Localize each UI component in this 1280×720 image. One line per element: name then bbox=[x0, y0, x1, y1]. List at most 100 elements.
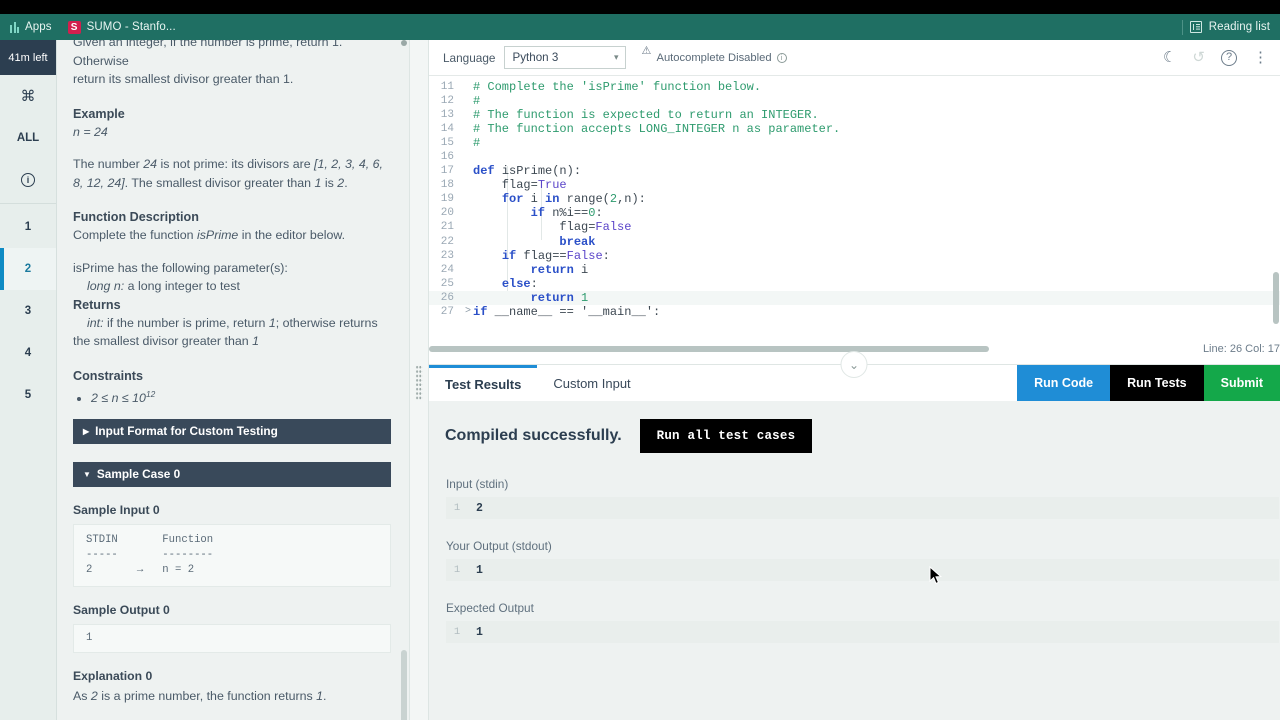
run-code-button[interactable]: Run Code bbox=[1017, 365, 1110, 401]
code-lines[interactable]: 11# Complete the 'isPrime' function belo… bbox=[429, 76, 1280, 319]
problem-scrollbar[interactable] bbox=[401, 40, 407, 720]
splitter-grip-handle[interactable] bbox=[416, 365, 423, 401]
rail-item-info[interactable]: i bbox=[0, 159, 56, 201]
code-fold-icon[interactable] bbox=[463, 206, 473, 220]
rail-item-all[interactable]: ALL bbox=[0, 117, 56, 159]
code-fold-icon[interactable] bbox=[463, 291, 473, 305]
fd-text-1: Complete the function bbox=[73, 228, 197, 242]
more-options-icon[interactable]: ⋮ bbox=[1253, 50, 1268, 65]
tab-test-results-label: Test Results bbox=[445, 377, 521, 392]
line-number: 15 bbox=[429, 136, 463, 150]
help-icon[interactable]: ? bbox=[1221, 50, 1237, 66]
problem-scroll-track-thumb[interactable] bbox=[401, 650, 407, 720]
code-fold-icon[interactable] bbox=[463, 108, 473, 122]
code-line[interactable]: 14# The function accepts LONG_INTEGER n … bbox=[429, 122, 1280, 136]
rail-item-question-5[interactable]: 5 bbox=[0, 374, 56, 416]
code-fold-icon[interactable] bbox=[463, 249, 473, 263]
run-code-label: Run Code bbox=[1034, 376, 1093, 390]
reading-list-icon bbox=[1190, 21, 1202, 33]
code-fold-icon[interactable] bbox=[463, 178, 473, 192]
panel-splitter[interactable] bbox=[409, 40, 429, 720]
code-line[interactable]: 21 flag=False bbox=[429, 220, 1280, 234]
code-text: if flag==False: bbox=[473, 249, 610, 263]
example-text-5: . bbox=[344, 176, 347, 190]
code-fold-icon[interactable] bbox=[463, 235, 473, 249]
line-number: 1 bbox=[446, 564, 468, 576]
code-vertical-scroll-thumb[interactable] bbox=[1273, 272, 1279, 324]
code-line[interactable]: 26 return 1 bbox=[429, 291, 1280, 305]
rail-question-label: 2 bbox=[25, 263, 31, 275]
code-line[interactable]: 27>if __name__ == '__main__': bbox=[429, 305, 1280, 319]
code-fold-icon[interactable] bbox=[463, 263, 473, 277]
rail-question-label: 4 bbox=[25, 347, 31, 359]
code-fold-icon[interactable] bbox=[463, 277, 473, 291]
language-label: Language bbox=[443, 51, 496, 65]
line-number: 17 bbox=[429, 164, 463, 178]
rail-item-question-3[interactable]: 3 bbox=[0, 290, 56, 332]
code-line[interactable]: 19 for i in range(2,n): bbox=[429, 192, 1280, 206]
run-tests-button[interactable]: Run Tests bbox=[1110, 365, 1204, 401]
example-text-3: . The smallest divisor greater than bbox=[125, 176, 315, 190]
language-select[interactable]: Python 3 ▾ bbox=[504, 46, 626, 69]
run-all-test-cases-button[interactable]: Run all test cases bbox=[640, 419, 813, 453]
code-fold-icon[interactable] bbox=[463, 94, 473, 108]
editor-toolbar: Language Python 3 ▾ Autocomplete Disable… bbox=[429, 40, 1280, 76]
code-line[interactable]: 22 break bbox=[429, 235, 1280, 249]
constraint-text: 2 ≤ n ≤ 10 bbox=[91, 391, 146, 405]
problem-scroll-thumb[interactable] bbox=[401, 40, 407, 46]
code-fold-icon[interactable] bbox=[463, 136, 473, 150]
tabs-spacer bbox=[647, 365, 1017, 401]
code-line[interactable]: 18 flag=True bbox=[429, 178, 1280, 192]
apps-grid-icon bbox=[10, 22, 19, 33]
collapse-panel-button[interactable]: ⌄ bbox=[841, 351, 868, 378]
results-body: Compiled successfully. Run all test case… bbox=[429, 401, 1280, 643]
rail-item-question-4[interactable]: 4 bbox=[0, 332, 56, 374]
code-text: if n%i==0: bbox=[473, 206, 603, 220]
code-line[interactable]: 12# bbox=[429, 94, 1280, 108]
code-line[interactable]: 23 if flag==False: bbox=[429, 249, 1280, 263]
accordion-input-format-label: Input Format for Custom Testing bbox=[95, 424, 278, 438]
code-editor[interactable]: 11# Complete the 'isPrime' function belo… bbox=[429, 76, 1280, 352]
code-line[interactable]: 24 return i bbox=[429, 263, 1280, 277]
your-output-value: 1 bbox=[468, 564, 483, 577]
code-line[interactable]: 16 bbox=[429, 150, 1280, 164]
code-fold-icon[interactable] bbox=[463, 122, 473, 136]
bookmark-sumo[interactable]: S SUMO - Stanfo... bbox=[68, 21, 176, 34]
code-line[interactable]: 17 def isPrime(n): bbox=[429, 164, 1280, 178]
code-line[interactable]: 15# bbox=[429, 136, 1280, 150]
problem-content: Given an integer, if the number is prime… bbox=[57, 40, 409, 720]
rail-item-shortcuts[interactable]: ⌘ bbox=[0, 75, 56, 117]
rail-item-question-1[interactable]: 1 bbox=[0, 206, 56, 248]
code-fold-icon[interactable] bbox=[463, 164, 473, 178]
code-line[interactable]: 11# Complete the 'isPrime' function belo… bbox=[429, 80, 1280, 94]
code-fold-icon[interactable] bbox=[463, 192, 473, 206]
parameter-item: long n: a long integer to test bbox=[73, 277, 391, 296]
line-number: 23 bbox=[429, 249, 463, 263]
submit-button[interactable]: Submit bbox=[1204, 365, 1280, 401]
param-desc: a long integer to test bbox=[124, 279, 240, 293]
reset-code-icon[interactable]: ↺ bbox=[1192, 50, 1205, 65]
tab-test-results[interactable]: Test Results bbox=[429, 365, 537, 401]
dark-mode-icon[interactable]: ☾ bbox=[1163, 50, 1176, 65]
code-fold-icon[interactable] bbox=[463, 150, 473, 164]
apps-shortcut[interactable]: Apps bbox=[10, 21, 52, 33]
code-line[interactable]: 20 if n%i==0: bbox=[429, 206, 1280, 220]
expected-output-box: 1 1 bbox=[446, 621, 1279, 643]
code-text: def isPrime(n): bbox=[473, 164, 581, 178]
info-circle-icon[interactable]: i bbox=[777, 53, 787, 63]
code-line[interactable]: 13# The function is expected to return a… bbox=[429, 108, 1280, 122]
line-number: 19 bbox=[429, 192, 463, 206]
accordion-input-format[interactable]: ▶ Input Format for Custom Testing bbox=[73, 419, 391, 444]
code-fold-icon[interactable] bbox=[463, 80, 473, 94]
rail-item-question-2[interactable]: 2 bbox=[0, 248, 56, 290]
code-line[interactable]: 25 else: bbox=[429, 277, 1280, 291]
code-fold-icon[interactable]: > bbox=[463, 305, 473, 319]
accordion-sample-case-0[interactable]: ▼ Sample Case 0 bbox=[73, 462, 391, 487]
code-text: else: bbox=[473, 277, 538, 291]
exp-text-2: is a prime number, the function returns bbox=[98, 689, 316, 703]
tab-custom-input[interactable]: Custom Input bbox=[537, 365, 646, 401]
example-text-2: is not prime: its divisors are bbox=[157, 157, 314, 171]
bookmarks-bar-right: Reading list bbox=[1182, 20, 1270, 35]
reading-list-label[interactable]: Reading list bbox=[1209, 21, 1270, 33]
code-fold-icon[interactable] bbox=[463, 220, 473, 234]
